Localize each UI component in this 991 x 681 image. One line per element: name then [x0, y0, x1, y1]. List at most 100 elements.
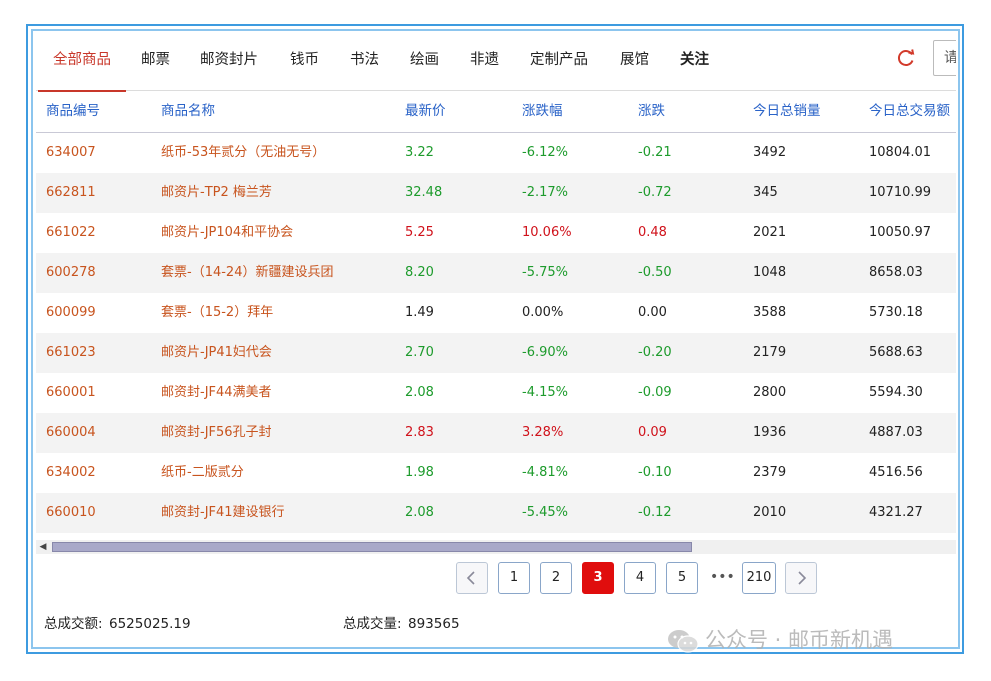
page-button-3-current[interactable]: 3	[582, 562, 614, 594]
cell-change-pct: -5.75%	[522, 265, 568, 280]
page-button-2[interactable]: 2	[540, 562, 572, 594]
cell-code[interactable]: 660001	[46, 373, 96, 413]
column-header-price[interactable]: 最新价	[405, 90, 446, 132]
cell-price: 1.98	[405, 465, 434, 480]
cell-name[interactable]: 邮资封-JF56孔子封	[161, 413, 272, 453]
tab-all-products[interactable]: 全部商品	[38, 34, 126, 92]
scroll-left-icon[interactable]: ◀	[38, 540, 48, 554]
cell-code[interactable]: 661023	[46, 333, 96, 373]
column-header-amount[interactable]: 今日总交易额	[869, 90, 950, 132]
total-volume-label: 总成交量:	[343, 616, 402, 632]
cell-name[interactable]: 套票-（15-2）拜年	[161, 293, 273, 333]
page-button-1[interactable]: 1	[498, 562, 530, 594]
column-header-code[interactable]: 商品编号	[46, 90, 100, 132]
cell-change: -0.09	[638, 385, 672, 400]
page-button-5[interactable]: 5	[666, 562, 698, 594]
cell-change-pct: -6.12%	[522, 145, 568, 160]
cell-name[interactable]: 套票-（14-24）新疆建设兵团	[161, 253, 333, 293]
search-input[interactable]: 请	[933, 40, 956, 76]
table-row[interactable]: 600278 套票-（14-24）新疆建设兵团 8.20 -5.75% -0.5…	[36, 253, 956, 293]
cell-volume: 1048	[753, 265, 787, 280]
page-button-4[interactable]: 4	[624, 562, 656, 594]
next-page-button[interactable]	[785, 562, 817, 594]
tab-calligraphy[interactable]: 书法	[350, 34, 379, 90]
cell-amount: 4321.27	[869, 505, 923, 520]
cell-name[interactable]: 邮资片-TP2 梅兰芳	[161, 173, 272, 213]
tab-stamps[interactable]: 邮票	[141, 34, 170, 90]
cell-amount: 10050.97	[869, 225, 932, 240]
cell-amount: 10804.01	[869, 145, 932, 160]
column-header-change-pct[interactable]: 涨跌幅	[522, 90, 563, 132]
total-amount-label: 总成交额:	[44, 616, 103, 632]
cell-change-pct: -5.45%	[522, 505, 568, 520]
table-row[interactable]: 634007 纸币-53年贰分（无油无号） 3.22 -6.12% -0.21 …	[36, 133, 956, 173]
cell-change-pct: 0.00%	[522, 305, 564, 320]
cell-name[interactable]: 邮资封-JF41建设银行	[161, 493, 285, 533]
watermark-text: 公众号 · 邮币新机遇	[705, 628, 894, 652]
cell-code[interactable]: 660004	[46, 413, 96, 453]
cell-change: 0.00	[638, 305, 667, 320]
cell-change-pct: -4.81%	[522, 465, 568, 480]
scrollbar-thumb[interactable]	[52, 542, 692, 552]
prev-page-button[interactable]	[456, 562, 488, 594]
cell-code[interactable]: 662811	[46, 173, 96, 213]
pagination-ellipsis: •••	[710, 569, 735, 585]
cell-amount: 8658.03	[869, 265, 923, 280]
cell-price: 2.08	[405, 505, 434, 520]
tab-watchlist[interactable]: 关注	[680, 34, 709, 90]
tab-painting[interactable]: 绘画	[410, 34, 439, 90]
cell-amount: 4887.03	[869, 425, 923, 440]
column-header-change[interactable]: 涨跌	[638, 90, 665, 132]
cell-change: -0.10	[638, 465, 672, 480]
cell-price: 2.83	[405, 425, 434, 440]
cell-change-pct: -2.17%	[522, 185, 568, 200]
cell-volume: 2179	[753, 345, 787, 360]
column-header-name[interactable]: 商品名称	[161, 90, 215, 132]
table-row[interactable]: 634002 纸币-二版贰分 1.98 -4.81% -0.10 2379 45…	[36, 453, 956, 493]
cell-code[interactable]: 661022	[46, 213, 96, 253]
cell-name[interactable]: 邮资片-JP104和平协会	[161, 213, 293, 253]
table-row[interactable]: 661022 邮资片-JP104和平协会 5.25 10.06% 0.48 20…	[36, 213, 956, 253]
tab-intangible-heritage[interactable]: 非遗	[470, 34, 499, 90]
refresh-icon[interactable]	[896, 48, 916, 68]
cell-volume: 2021	[753, 225, 787, 240]
cell-change-pct: -4.15%	[522, 385, 568, 400]
cell-name[interactable]: 邮资片-JP41妇代会	[161, 333, 272, 373]
table-row[interactable]: 600099 套票-（15-2）拜年 1.49 0.00% 0.00 3588 …	[36, 293, 956, 333]
page-button-last[interactable]: 210	[742, 562, 776, 594]
cell-amount: 10710.99	[869, 185, 932, 200]
tab-custom-products[interactable]: 定制产品	[530, 34, 588, 90]
table-row[interactable]: 660001 邮资封-JF44满美者 2.08 -4.15% -0.09 280…	[36, 373, 956, 413]
cell-change: -0.20	[638, 345, 672, 360]
total-amount-value: 6525025.19	[109, 616, 191, 632]
column-header-volume[interactable]: 今日总销量	[753, 90, 821, 132]
cell-name[interactable]: 纸币-二版贰分	[161, 453, 244, 493]
cell-amount: 5688.63	[869, 345, 923, 360]
cell-change: 0.09	[638, 425, 667, 440]
tab-postal-stationery[interactable]: 邮资封片	[200, 34, 258, 90]
table-row[interactable]: 662811 邮资片-TP2 梅兰芳 32.48 -2.17% -0.72 34…	[36, 173, 956, 213]
table-row[interactable]: 660010 邮资封-JF41建设银行 2.08 -5.45% -0.12 20…	[36, 493, 956, 533]
chevron-left-icon	[466, 571, 475, 585]
pagination: 1 2 3 4 5 ••• 210	[36, 562, 956, 596]
cell-volume: 3588	[753, 305, 787, 320]
cell-code[interactable]: 634002	[46, 453, 96, 493]
cell-price: 8.20	[405, 265, 434, 280]
tab-coins[interactable]: 钱币	[290, 34, 319, 90]
cell-amount: 4516.56	[869, 465, 923, 480]
cell-code[interactable]: 660010	[46, 493, 96, 533]
cell-name[interactable]: 纸币-53年贰分（无油无号）	[161, 133, 325, 173]
cell-volume: 2379	[753, 465, 787, 480]
table-row[interactable]: 660004 邮资封-JF56孔子封 2.83 3.28% 0.09 1936 …	[36, 413, 956, 453]
cell-change: -0.50	[638, 265, 672, 280]
cell-code[interactable]: 634007	[46, 133, 96, 173]
cell-change: -0.72	[638, 185, 672, 200]
cell-name[interactable]: 邮资封-JF44满美者	[161, 373, 272, 413]
cell-change: -0.21	[638, 145, 672, 160]
horizontal-scrollbar[interactable]: ◀	[36, 540, 956, 554]
table-row[interactable]: 661023 邮资片-JP41妇代会 2.70 -6.90% -0.20 217…	[36, 333, 956, 373]
tab-exhibition[interactable]: 展馆	[620, 34, 649, 90]
cell-code[interactable]: 600278	[46, 253, 96, 293]
cell-code[interactable]: 600099	[46, 293, 96, 333]
table-header: 商品编号 商品名称 最新价 涨跌幅 涨跌 今日总销量 今日总交易额	[36, 90, 956, 133]
